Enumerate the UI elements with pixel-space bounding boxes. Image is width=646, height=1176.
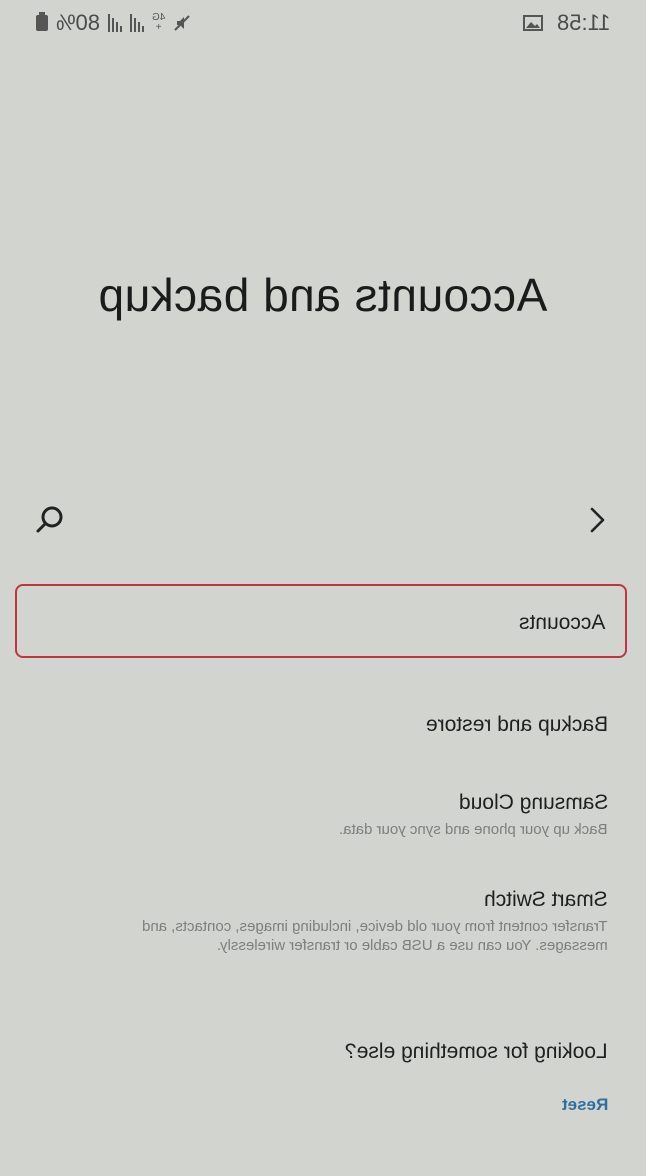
samsung-cloud-title-text: Samsung Cloud	[458, 791, 608, 814]
list-item-smart-switch[interactable]: Smart Switch Transfer content from your …	[142, 887, 608, 955]
chevron-right-icon[interactable]	[588, 506, 608, 534]
samsung-cloud-title: Samsung Cloud	[339, 790, 608, 816]
page-title-text: Accounts and backup	[98, 269, 548, 321]
status-bar: 80% 4G + 11:58	[0, 0, 646, 46]
clock: 11:58	[556, 10, 610, 35]
network-type-badge: 4G +	[152, 12, 165, 33]
mute-icon	[174, 15, 191, 31]
smart-switch-title: Smart Switch	[142, 887, 608, 913]
accounts-title-text: Accounts	[518, 611, 605, 634]
list-item-samsung-cloud[interactable]: Samsung Cloud Back up your phone and syn…	[339, 790, 608, 839]
search-icon[interactable]	[34, 504, 66, 536]
reset-link-text: Reset	[561, 1095, 608, 1114]
list-item-backup-restore[interactable]: Backup and restore	[426, 712, 608, 738]
looking-for-something-else-heading: Looking for something else?	[345, 1040, 608, 1064]
smart-switch-description: Transfer content from your old device, i…	[142, 917, 608, 955]
smart-switch-description-line2: messages. You can use a USB cable or tra…	[217, 937, 608, 954]
backup-restore-title: Backup and restore	[426, 712, 608, 738]
smart-switch-description-line1: Transfer content from your old device, i…	[142, 918, 608, 935]
status-right: 11:58	[522, 10, 610, 36]
backup-restore-title-text: Backup and restore	[425, 713, 608, 736]
status-left: 80% 4G +	[36, 10, 191, 36]
network-activity-label: +	[155, 22, 162, 33]
page-title: Accounts and backup	[0, 268, 646, 322]
samsung-cloud-description-text: Back up your phone and sync your data.	[339, 821, 608, 838]
battery-icon	[36, 12, 48, 31]
looking-for-something-else-text: Looking for something else?	[345, 1040, 608, 1063]
reset-link[interactable]: Reset	[562, 1095, 608, 1115]
signal-icon-secondary	[130, 14, 145, 32]
image-notification-icon	[522, 15, 543, 31]
list-item-accounts[interactable]: Accounts	[15, 584, 627, 658]
accounts-title: Accounts	[519, 610, 605, 636]
battery-percentage: 80%	[56, 10, 101, 35]
smart-switch-title-text: Smart Switch	[484, 888, 608, 911]
signal-icon	[108, 14, 123, 32]
samsung-cloud-description: Back up your phone and sync your data.	[339, 820, 608, 839]
